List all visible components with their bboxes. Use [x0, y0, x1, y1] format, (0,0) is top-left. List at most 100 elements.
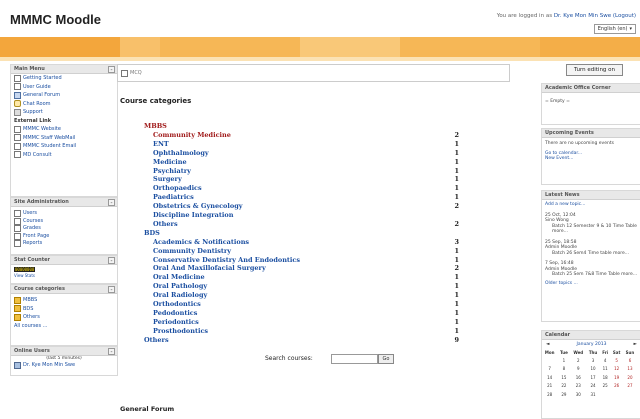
admin-item[interactable]: Courses [11, 218, 117, 226]
next-month-icon[interactable]: ► [634, 342, 637, 347]
main-menu-item[interactable]: Chat Room [11, 100, 117, 109]
external-link-label[interactable]: MMMC Staff WebMail [23, 134, 75, 143]
news-post-link[interactable]: Batch 12 Semester 9 & 10 Time Table more… [542, 224, 640, 235]
calendar-day[interactable]: 1 [557, 356, 570, 365]
calendar-day[interactable]: 9 [570, 365, 586, 374]
admin-item[interactable]: Users [11, 210, 117, 218]
calendar-day[interactable]: 21 [542, 382, 557, 391]
main-menu-item[interactable]: Getting Started [11, 74, 117, 83]
main-menu-item[interactable]: Support [11, 108, 117, 117]
main-menu-item[interactable]: User Guide [11, 83, 117, 92]
category-link[interactable]: Community Medicine [153, 131, 231, 139]
mcq-link[interactable]: MCQ [130, 65, 142, 81]
admin-item[interactable]: Reports [11, 240, 117, 248]
external-link-item[interactable]: MMMC Staff WebMail [11, 134, 117, 143]
calendar-day[interactable]: 22 [557, 382, 570, 391]
add-topic-link[interactable]: Add a new topic... [545, 202, 585, 207]
news-post-link[interactable]: Batch 26 Sem4 Time table more... [542, 251, 640, 257]
all-courses-link[interactable]: All courses ... [14, 322, 47, 331]
category-link[interactable]: Periodontics [153, 318, 199, 326]
category-link[interactable]: Orthopaedics [153, 184, 202, 192]
logout-link[interactable]: (Logout) [613, 13, 636, 19]
calendar-day[interactable]: 8 [557, 365, 570, 374]
calendar-day[interactable]: 14 [542, 373, 557, 382]
course-category-label[interactable]: Others [23, 313, 40, 322]
course-category-item[interactable]: Others [11, 313, 117, 322]
older-topics-link[interactable]: Older topics ... [545, 281, 578, 286]
category-link[interactable]: Ophthalmology [153, 149, 209, 157]
collapse-icon[interactable]: – [108, 257, 115, 264]
calendar-day[interactable]: 6 [623, 356, 637, 365]
calendar-day[interactable]: 31 [586, 390, 600, 399]
category-link[interactable]: Obstetrics & Gynecology [153, 202, 243, 210]
calendar-day[interactable]: 24 [586, 382, 600, 391]
calendar-day[interactable]: 23 [570, 382, 586, 391]
calendar-day[interactable]: 25 [600, 382, 610, 391]
online-user-link[interactable]: Dr. Kye Mon Min Swe [23, 361, 75, 370]
category-link[interactable]: Surgery [153, 175, 182, 183]
external-link-label[interactable]: MD Consult [23, 151, 52, 160]
calendar-day[interactable]: 28 [542, 390, 557, 399]
main-menu-item-label[interactable]: User Guide [23, 83, 51, 92]
course-category-item[interactable]: MBBS [11, 296, 117, 305]
prev-month-icon[interactable]: ◄ [546, 342, 549, 347]
external-link-item[interactable]: MD Consult [11, 151, 117, 160]
view-stats-link[interactable]: View Stats [14, 273, 35, 278]
category-link[interactable]: BDS [144, 229, 160, 237]
external-link-label[interactable]: MMMC Website [23, 125, 61, 134]
category-link[interactable]: Oral Radiology [153, 291, 207, 299]
external-link-item[interactable]: MMMC Website [11, 125, 117, 134]
main-menu-item-label[interactable]: Support [23, 108, 43, 117]
calendar-day[interactable]: 2 [570, 356, 586, 365]
main-menu-item-label[interactable]: Getting Started [23, 74, 62, 83]
collapse-icon[interactable]: – [108, 348, 115, 355]
category-link[interactable]: Orthodontics [153, 300, 201, 308]
calendar-day[interactable]: 29 [557, 390, 570, 399]
category-link[interactable]: Oral Pathology [153, 282, 207, 290]
category-link[interactable]: MBBS [144, 122, 167, 130]
calendar-day[interactable]: 30 [570, 390, 586, 399]
category-link[interactable]: ENT [153, 140, 169, 148]
calendar-day[interactable]: 4 [600, 356, 610, 365]
calendar-day[interactable]: 13 [623, 365, 637, 374]
calendar-day[interactable]: 15 [557, 373, 570, 382]
course-category-item[interactable]: BDS [11, 305, 117, 314]
go-to-calendar-link[interactable]: Go to calendar... [545, 151, 582, 156]
category-link[interactable]: Pedodontics [153, 309, 197, 317]
main-menu-item-label[interactable]: Chat Room [23, 100, 51, 109]
calendar-day[interactable]: 20 [623, 373, 637, 382]
calendar-day[interactable]: 18 [600, 373, 610, 382]
calendar-day[interactable]: 16 [570, 373, 586, 382]
main-menu-item-label[interactable]: General Forum [23, 91, 60, 100]
admin-item[interactable]: Front Page [11, 233, 117, 241]
calendar-day[interactable]: 12 [610, 365, 623, 374]
admin-item-label[interactable]: Front Page [23, 233, 49, 241]
course-category-label[interactable]: MBBS [23, 296, 37, 305]
admin-item[interactable]: Grades [11, 225, 117, 233]
calendar-month-link[interactable]: January 2013 [577, 342, 607, 347]
admin-item-label[interactable]: Reports [23, 240, 42, 248]
search-courses-input[interactable] [331, 354, 378, 364]
category-link[interactable]: Oral And Maxillofacial Surgery [153, 264, 266, 272]
category-link[interactable]: Academics & Notifications [153, 238, 249, 246]
category-link[interactable]: Community Dentistry [153, 247, 231, 255]
calendar-day[interactable]: 17 [586, 373, 600, 382]
calendar-day[interactable]: 19 [610, 373, 623, 382]
external-link-label[interactable]: MMMC Student Email [23, 142, 76, 151]
calendar-day[interactable]: 5 [610, 356, 623, 365]
calendar-day[interactable]: 11 [600, 365, 610, 374]
external-link-item[interactable]: MMMC Student Email [11, 142, 117, 151]
calendar-day[interactable]: 10 [586, 365, 600, 374]
calendar-day[interactable]: 26 [610, 382, 623, 391]
collapse-icon[interactable]: – [108, 286, 115, 293]
search-go-button[interactable]: Go [378, 354, 394, 364]
category-link[interactable]: Prosthodontics [153, 327, 208, 335]
calendar-day[interactable]: 3 [586, 356, 600, 365]
language-select[interactable]: English (en) ▾ [593, 24, 636, 34]
course-category-label[interactable]: BDS [23, 305, 33, 314]
news-post-link[interactable]: Batch 25 Sem 7&8 Time Table more... [542, 272, 640, 278]
calendar-day[interactable]: 27 [623, 382, 637, 391]
calendar-day[interactable]: 7 [542, 365, 557, 374]
new-event-link[interactable]: New Event... [545, 156, 573, 161]
admin-item-label[interactable]: Courses [23, 218, 43, 226]
